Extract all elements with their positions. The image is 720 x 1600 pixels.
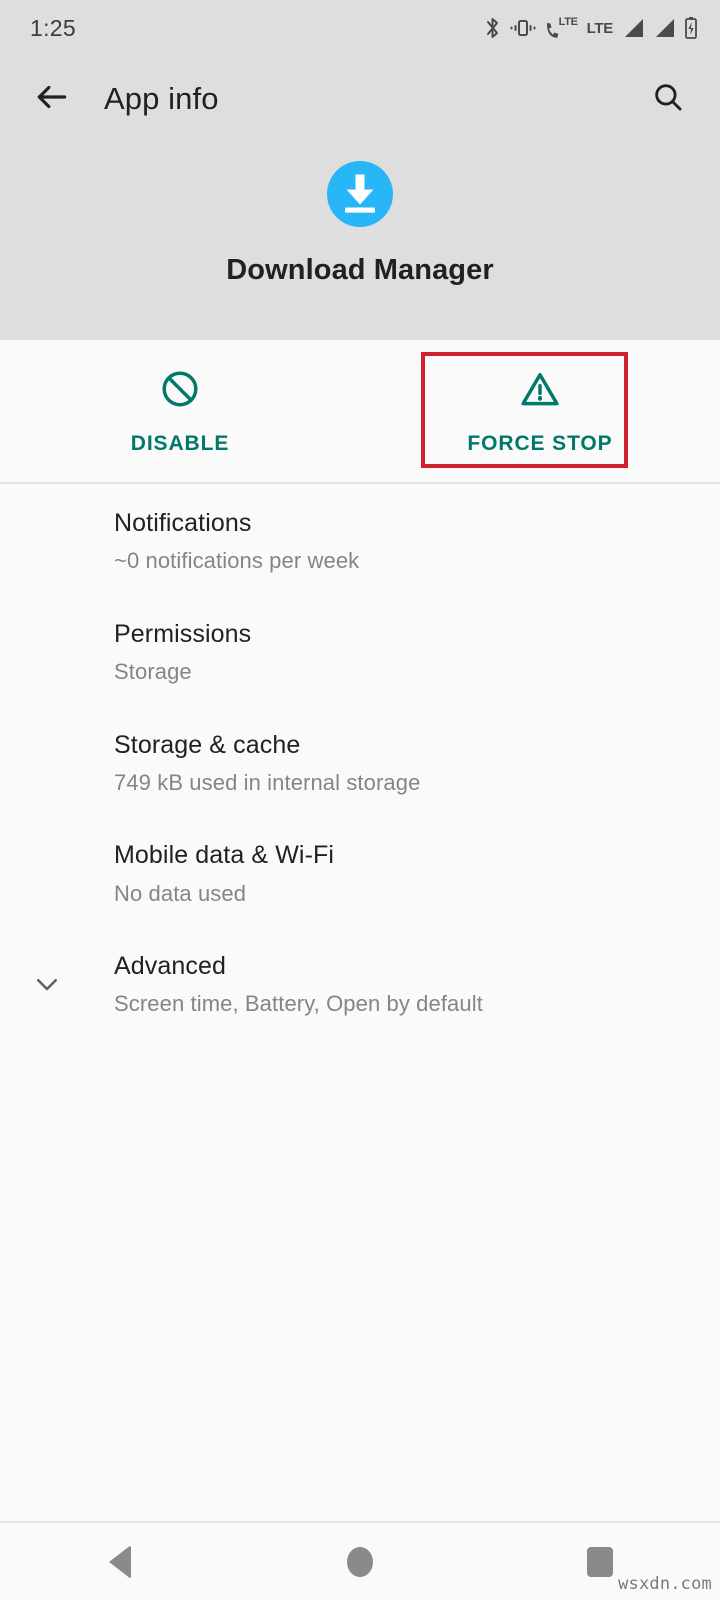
- app-info-screen: 1:25 LTE LTE App info Download Manager D…: [0, 0, 720, 1600]
- app-identity: Download Manager: [0, 160, 720, 287]
- list-item-title: Notifications: [114, 509, 252, 537]
- status-bar: 1:25 LTE LTE: [0, 0, 720, 56]
- list-item-storage-and-cache[interactable]: Storage & cache 749 kB used in internal …: [0, 708, 720, 819]
- download-manager-icon: [324, 158, 396, 235]
- list-item-advanced[interactable]: Advanced Screen time, Battery, Open by d…: [0, 929, 720, 1040]
- volte-icon: LTE: [545, 15, 578, 41]
- status-bar-clock: 1:25: [30, 14, 76, 41]
- search-button[interactable]: [642, 73, 694, 125]
- battery-charging-icon: [684, 16, 698, 40]
- list-item-subtitle: 749 kB used in internal storage: [114, 769, 421, 795]
- warning-triangle-icon: [518, 367, 562, 416]
- chevron-down-icon[interactable]: [30, 967, 64, 1001]
- list-item-title: Permissions: [114, 619, 252, 648]
- vibrate-icon: [510, 17, 536, 39]
- nav-back-button[interactable]: [0, 1544, 240, 1579]
- system-navigation-bar: [0, 1523, 720, 1600]
- list-item-subtitle: ~0 notifications per week: [114, 548, 360, 574]
- back-arrow-icon: [33, 78, 71, 121]
- list-item-title: Advanced: [114, 952, 226, 980]
- force-stop-button[interactable]: FORCE STOP: [360, 340, 720, 482]
- list-item-title: Mobile data & Wi-Fi: [114, 841, 335, 870]
- nav-home-icon: [347, 1546, 373, 1577]
- header-block: 1:25 LTE LTE App info Download Manager: [0, 0, 720, 340]
- signal-bars-sim1-icon: [622, 18, 644, 39]
- nav-recents-button[interactable]: [480, 1546, 720, 1577]
- list-item-mobile-data-and-wifi[interactable]: Mobile data & Wi-Fi No data used: [0, 818, 720, 929]
- settings-list: Notifications ~0 notifications per week …: [0, 486, 720, 1040]
- block-icon: [158, 367, 202, 416]
- disable-button[interactable]: DISABLE: [0, 340, 360, 482]
- status-bar-icons: LTE LTE: [484, 15, 698, 41]
- nav-home-button[interactable]: [240, 1546, 480, 1577]
- lte-icon: LTE: [586, 19, 614, 37]
- action-buttons-row: DISABLE FORCE STOP: [0, 340, 720, 484]
- force-stop-button-label: FORCE STOP: [467, 431, 613, 455]
- list-item-permissions[interactable]: Permissions Storage: [0, 597, 720, 708]
- list-item-title: Storage & cache: [114, 730, 301, 759]
- toolbar: App info: [0, 62, 720, 136]
- volte-lte-label: LTE: [558, 16, 578, 28]
- list-item-subtitle: Screen time, Battery, Open by default: [114, 991, 483, 1017]
- search-icon: [651, 80, 685, 119]
- watermark: wsxdn.com: [618, 1574, 712, 1594]
- app-name: Download Manager: [226, 254, 494, 286]
- page-title: App info: [104, 81, 219, 116]
- list-item-subtitle: Storage: [114, 659, 192, 684]
- signal-bars-sim2-icon: [653, 18, 675, 39]
- nav-recents-icon: [587, 1546, 613, 1577]
- back-button[interactable]: [26, 73, 78, 125]
- disable-button-label: DISABLE: [130, 431, 230, 455]
- list-item-subtitle: No data used: [114, 880, 247, 906]
- bluetooth-icon: [484, 16, 501, 40]
- nav-back-icon: [109, 1544, 131, 1579]
- list-item-notifications[interactable]: Notifications ~0 notifications per week: [0, 486, 720, 597]
- app-icon: [324, 160, 396, 232]
